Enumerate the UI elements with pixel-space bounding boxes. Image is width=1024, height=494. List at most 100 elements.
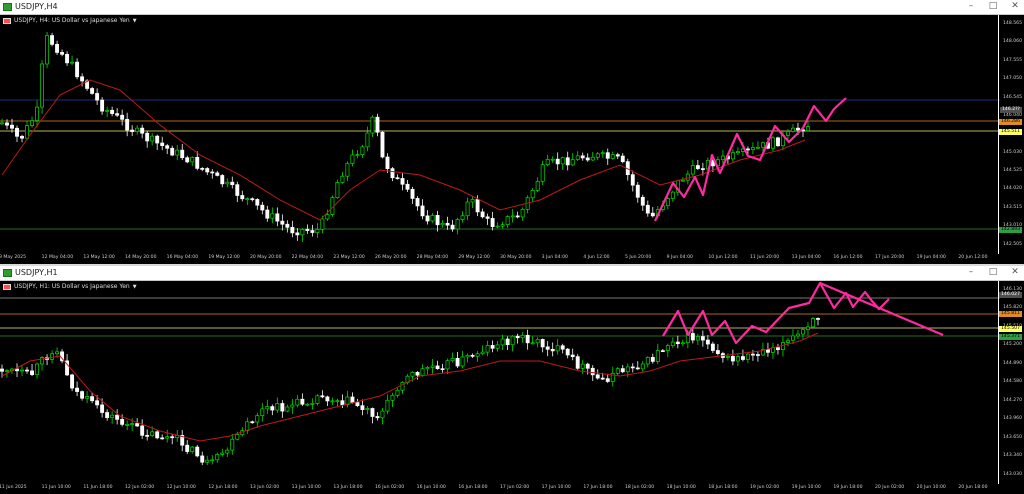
candle-body bbox=[235, 434, 240, 440]
candle-body bbox=[270, 406, 275, 411]
candle-body bbox=[145, 132, 150, 142]
time-tick-label: 19 Jun 02:00 bbox=[750, 485, 780, 490]
candle-body bbox=[635, 184, 640, 198]
time-tick-label: 19 Jun 04:00 bbox=[916, 255, 946, 260]
candle-body bbox=[20, 135, 24, 139]
one-click-trading-triangle-icon[interactable]: ▼ bbox=[133, 18, 137, 24]
candle-body bbox=[340, 400, 345, 406]
candle-body bbox=[5, 122, 9, 126]
time-tick-label: 20 Jun 12:00 bbox=[958, 255, 988, 260]
chart-window-h4[interactable]: USDJPY,H4 – □ ✕ USDJPY, H4: US Dollar vs… bbox=[0, 0, 1024, 264]
candle-body bbox=[210, 171, 215, 174]
window-titlebar[interactable]: USDJPY,H4 – □ ✕ bbox=[0, 0, 1024, 15]
candle-body bbox=[220, 175, 225, 185]
candle-body bbox=[275, 213, 280, 222]
candle-body bbox=[410, 372, 415, 377]
price-chart-h1[interactable]: USDJPY, H1: US Dollar vs Japanese Yen ▼ … bbox=[0, 281, 1024, 484]
candle-body bbox=[640, 363, 645, 370]
candle-body bbox=[555, 158, 560, 165]
candle-body bbox=[355, 154, 360, 157]
candle-body bbox=[635, 367, 640, 370]
chart-window-h1[interactable]: USDJPY,H1 – □ ✕ USDJPY, H1: US Dollar vs… bbox=[0, 266, 1024, 494]
candle-body bbox=[460, 215, 465, 220]
candle-body bbox=[500, 224, 505, 227]
candle-body bbox=[145, 434, 150, 437]
candle-body bbox=[300, 398, 305, 405]
time-tick-label: 16 Jun 02:00 bbox=[375, 485, 405, 490]
candle-body bbox=[95, 400, 100, 406]
candle-body bbox=[75, 387, 80, 392]
candle-body bbox=[365, 408, 370, 410]
candle-body bbox=[695, 165, 700, 169]
candle-body bbox=[560, 157, 565, 165]
candle-body bbox=[315, 229, 320, 233]
candle-body bbox=[735, 151, 740, 154]
price-chart-h4[interactable]: USDJPY, H4: US Dollar vs Japanese Yen ▼ … bbox=[0, 15, 1024, 254]
candle-body bbox=[250, 421, 255, 424]
one-click-trading-triangle-icon[interactable]: ▼ bbox=[133, 284, 137, 290]
candle-body bbox=[335, 400, 340, 403]
candle-body bbox=[0, 122, 4, 125]
price-tick-label: 144.890 bbox=[1003, 360, 1022, 366]
price-tick-label: 145.200 bbox=[1003, 342, 1022, 348]
candle-body bbox=[781, 342, 785, 351]
candle-body bbox=[230, 181, 235, 186]
close-button[interactable]: ✕ bbox=[1010, 1, 1020, 11]
time-tick-label: 20 Jun 18:00 bbox=[958, 485, 988, 490]
candle-body bbox=[195, 446, 200, 457]
candle-body bbox=[355, 402, 360, 407]
candle-body bbox=[640, 196, 645, 206]
candlestick-plot-h4[interactable] bbox=[0, 15, 1000, 254]
candle-body bbox=[285, 406, 290, 412]
time-tick-label: 18 Jun 18:00 bbox=[708, 485, 738, 490]
time-scale[interactable]: 11 Jun 2025 11 Jun 10:00 11 Jun 18:00 12 Ju… bbox=[0, 484, 1000, 494]
candle-body bbox=[250, 198, 255, 201]
candle-body bbox=[180, 149, 185, 159]
window-title: USDJPY,H4 bbox=[15, 2, 58, 11]
candle-body bbox=[220, 452, 225, 455]
candle-body bbox=[165, 436, 170, 439]
candle-body bbox=[690, 165, 695, 175]
candle-body bbox=[325, 214, 330, 220]
time-tick-label: 10 Jun 12:00 bbox=[708, 255, 738, 260]
candle-body bbox=[155, 135, 160, 144]
price-tick-label: 144.270 bbox=[1003, 397, 1022, 403]
time-tick-label: 13 Jun 04:00 bbox=[791, 255, 821, 260]
candle-body bbox=[275, 403, 280, 411]
candle-body bbox=[140, 127, 145, 134]
candle-body bbox=[305, 403, 310, 406]
candle-body bbox=[620, 155, 625, 163]
candle-body bbox=[600, 152, 605, 155]
candle-body bbox=[625, 366, 630, 373]
candlestick-plot-h1[interactable] bbox=[0, 281, 1000, 484]
maximize-button[interactable]: □ bbox=[988, 1, 998, 11]
time-tick-label: 12 Jun 18:00 bbox=[208, 485, 238, 490]
time-scale[interactable]: 9 May 2025 12 May 04:00 13 May 12:00 14 May… bbox=[0, 254, 1000, 264]
candle-body bbox=[200, 168, 205, 170]
candle-body bbox=[460, 356, 465, 367]
price-level-tag: 145.811 bbox=[999, 311, 1022, 317]
candle-body bbox=[295, 232, 300, 236]
maximize-button[interactable]: □ bbox=[988, 267, 998, 277]
window-titlebar[interactable]: USDJPY,H1 – □ ✕ bbox=[0, 266, 1024, 281]
candle-body bbox=[225, 181, 230, 185]
candle-body bbox=[490, 218, 495, 228]
candle-body bbox=[415, 198, 420, 207]
close-button[interactable]: ✕ bbox=[1010, 267, 1020, 277]
candle-body bbox=[410, 188, 415, 199]
candle-body bbox=[630, 366, 635, 369]
price-scale[interactable]: 148.565 148.060 147.555 147.050 146.545 146.0… bbox=[999, 15, 1024, 254]
price-scale[interactable]: 146.130145.820145.510145.200144.890144.5… bbox=[999, 281, 1024, 484]
candle-body bbox=[105, 109, 110, 112]
candle-body bbox=[515, 335, 520, 339]
minimize-button[interactable]: – bbox=[966, 267, 976, 277]
candle-body bbox=[565, 348, 570, 356]
candle-body bbox=[225, 449, 230, 454]
time-tick-label: 12 Jun 02:00 bbox=[125, 485, 155, 490]
time-tick-label: 16 Jun 12:00 bbox=[833, 255, 863, 260]
candle-body bbox=[535, 180, 540, 191]
candle-body bbox=[615, 154, 620, 157]
minimize-button[interactable]: – bbox=[966, 1, 976, 11]
time-tick-label: 13 Jun 02:00 bbox=[250, 485, 280, 490]
price-tick-label: 146.040 bbox=[1003, 112, 1022, 118]
